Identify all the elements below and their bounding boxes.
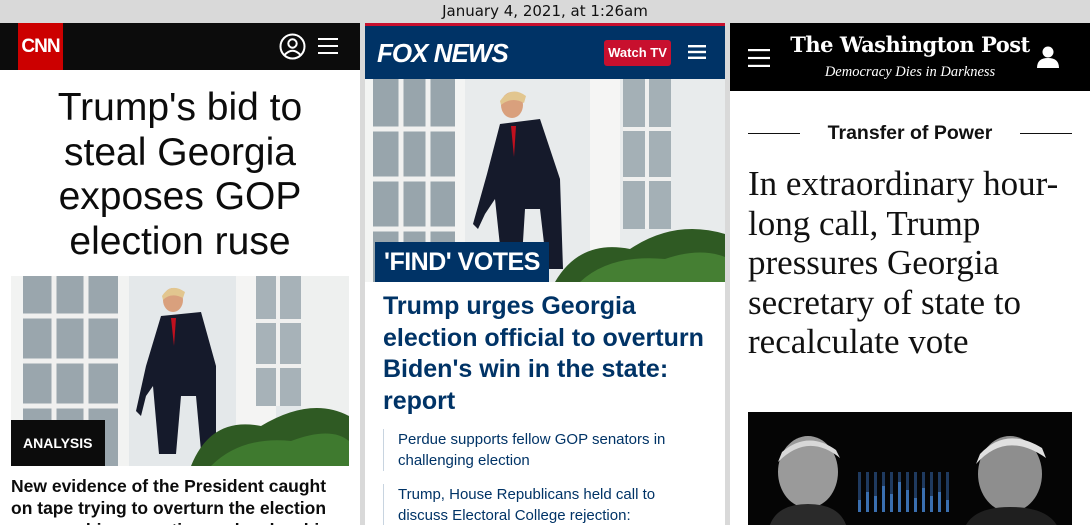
- section-kicker[interactable]: Transfer of Power: [748, 119, 1072, 147]
- watch-tv-button[interactable]: Watch TV: [604, 40, 671, 66]
- hamburger-menu-icon[interactable]: [318, 36, 338, 56]
- user-icon[interactable]: [1037, 45, 1059, 69]
- wapo-panel: The Washington Post Democracy Dies in Da…: [730, 23, 1090, 525]
- hamburger-menu-icon[interactable]: [688, 44, 706, 60]
- cnn-subhead[interactable]: New evidence of the President caught on …: [11, 475, 351, 525]
- wapo-call-illustration[interactable]: [748, 412, 1072, 525]
- cnn-panel: CNN Trump's bid to steal Georgia exposes…: [0, 23, 360, 525]
- related-link[interactable]: Perdue supports fellow GOP senators in c…: [383, 429, 703, 471]
- fox-panel: FOX NEWS Watch TV 'FIND' VOTES Trump urg…: [365, 23, 725, 525]
- analysis-tag: ANALYSIS: [11, 420, 105, 466]
- wapo-tagline: Democracy Dies in Darkness: [824, 64, 996, 80]
- fox-headline[interactable]: Trump urges Georgia election official to…: [383, 291, 713, 417]
- related-link[interactable]: Trump, House Republicans held call to di…: [383, 484, 703, 525]
- screenshot-caption: January 4, 2021, at 1:26am: [442, 2, 648, 20]
- fox-related-links: Perdue supports fellow GOP senators in c…: [383, 429, 703, 525]
- cnn-header: CNN: [0, 23, 360, 70]
- fox-header: FOX NEWS Watch TV: [365, 26, 725, 79]
- wapo-headline[interactable]: In extraordinary hour-long call, Trump p…: [748, 164, 1078, 362]
- find-votes-tag: 'FIND' VOTES: [375, 242, 549, 282]
- wapo-logo[interactable]: The Washington Post: [790, 31, 1030, 59]
- kicker-rule-right: [1020, 133, 1072, 134]
- kicker-label: Transfer of Power: [827, 122, 993, 144]
- user-circle-icon[interactable]: [279, 33, 306, 60]
- hamburger-menu-icon[interactable]: [748, 49, 770, 67]
- fox-logo[interactable]: FOX NEWS: [377, 36, 509, 70]
- kicker-rule-left: [748, 133, 800, 134]
- wapo-header: The Washington Post Democracy Dies in Da…: [730, 23, 1090, 91]
- cnn-logo[interactable]: CNN: [18, 23, 63, 70]
- cnn-headline[interactable]: Trump's bid to steal Georgia exposes GOP…: [0, 70, 360, 276]
